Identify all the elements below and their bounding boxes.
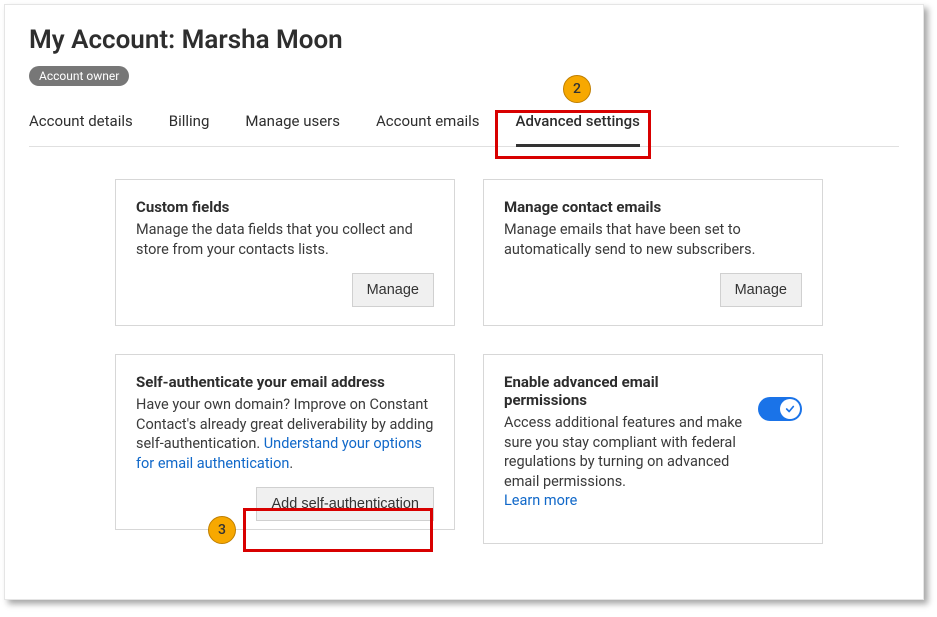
check-icon [785,404,795,414]
callout-step-2: 2 [563,75,591,103]
adv-perms-text: Enable advanced email permissions Access… [504,373,744,525]
card-custom-fields-title: Custom fields [136,198,434,216]
page-title-prefix: My Account: [29,25,182,55]
card-contact-emails-title: Manage contact emails [504,198,802,216]
page-title: My Account: Marsha Moon [29,25,899,55]
toggle-knob [780,399,800,419]
adv-perms-row: Enable advanced email permissions Access… [504,373,802,525]
card-custom-fields: Custom fields Manage the data fields tha… [115,179,455,326]
add-self-authentication-button[interactable]: Add self-authentication [256,487,434,521]
account-settings-frame: My Account: Marsha Moon Account owner Ac… [4,4,924,600]
card-advanced-permissions: Enable advanced email permissions Access… [483,354,823,544]
page-title-username: Marsha Moon [182,25,343,55]
link-learn-more-adv-perms[interactable]: Learn more [504,492,577,509]
card-self-auth-period: . [289,455,293,472]
card-adv-perms-desc: Access additional features and make sure… [504,413,744,511]
tab-manage-users[interactable]: Manage users [245,104,340,146]
role-badge: Account owner [29,66,129,86]
card-self-auth-desc: Have your own domain? Improve on Constan… [136,395,434,473]
tab-advanced-settings[interactable]: Advanced settings [516,104,640,146]
manage-contact-emails-button[interactable]: Manage [720,273,802,307]
toggle-advanced-permissions[interactable] [758,397,802,421]
cards-grid: Custom fields Manage the data fields tha… [29,179,899,544]
tab-account-details[interactable]: Account details [29,104,133,146]
card-self-auth-title: Self-authenticate your email address [136,373,434,391]
card-adv-perms-desc-text: Access additional features and make sure… [504,414,742,490]
tabs-bar: Account details Billing Manage users Acc… [29,104,899,147]
callout-step-3: 3 [208,516,236,544]
tab-account-emails[interactable]: Account emails [376,104,480,146]
tab-billing[interactable]: Billing [169,104,210,146]
card-adv-perms-title: Enable advanced email permissions [504,373,744,409]
card-contact-emails: Manage contact emails Manage emails that… [483,179,823,326]
card-custom-fields-desc: Manage the data fields that you collect … [136,220,434,259]
manage-custom-fields-button[interactable]: Manage [352,273,434,307]
card-contact-emails-desc: Manage emails that have been set to auto… [504,220,802,259]
card-self-authenticate: Self-authenticate your email address Hav… [115,354,455,530]
